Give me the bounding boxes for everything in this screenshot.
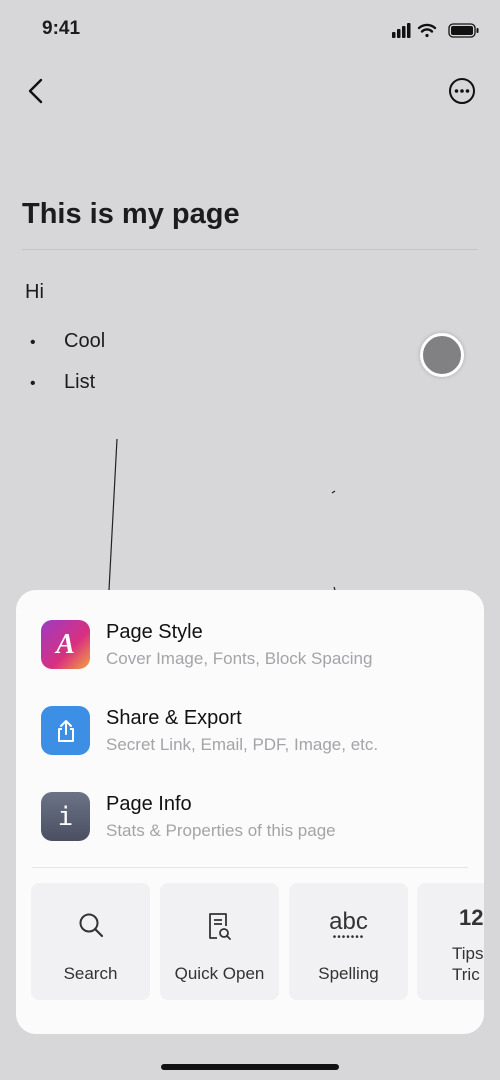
status-time: 9:41 xyxy=(42,18,81,39)
tile-tips-tricks[interactable]: 123 Tips Tric xyxy=(417,883,484,1000)
tile-label: Quick Open xyxy=(174,964,265,983)
back-button[interactable] xyxy=(26,78,46,104)
menu-item-title: Page Info xyxy=(106,793,192,815)
sketch-strokes xyxy=(108,438,336,591)
tile-quick-open[interactable]: Quick Open xyxy=(160,883,279,1000)
info-glyph: i xyxy=(57,801,74,832)
menu-item-page-info[interactable]: i Page Info Stats & Properties of this p… xyxy=(41,792,461,848)
tile-search[interactable]: Search xyxy=(31,883,150,1000)
title-divider xyxy=(22,249,478,250)
menu-divider xyxy=(32,867,468,868)
menu-item-title: Page Style xyxy=(106,621,203,643)
bullet-marker: • xyxy=(30,334,36,351)
info-icon: i xyxy=(41,792,90,841)
more-options-button[interactable] xyxy=(448,77,476,105)
quick-open-icon xyxy=(208,913,231,940)
tile-label: Spelling xyxy=(318,964,379,983)
signal-icon xyxy=(392,23,411,38)
wifi-icon xyxy=(417,23,437,38)
spelling-icon: abc ••••••• xyxy=(329,908,368,943)
page-title[interactable]: This is my page xyxy=(22,198,240,231)
tile-spelling[interactable]: abc ••••••• Spelling xyxy=(289,883,408,1000)
status-icons xyxy=(392,23,479,38)
bullet-item[interactable]: Cool xyxy=(64,330,105,353)
bullet-item[interactable]: List xyxy=(64,371,95,394)
tile-label: Tips Tric xyxy=(452,944,484,984)
page-style-icon: A xyxy=(41,620,90,669)
touch-indicator xyxy=(420,333,464,377)
home-indicator[interactable] xyxy=(161,1064,339,1070)
tile-label: Search xyxy=(63,964,118,983)
menu-item-subtitle: Stats & Properties of this page xyxy=(106,821,336,840)
page-style-glyph: A xyxy=(56,628,75,660)
bullet-marker: • xyxy=(30,375,36,392)
battery-icon xyxy=(448,23,479,38)
menu-item-subtitle: Secret Link, Email, PDF, Image, etc. xyxy=(106,735,379,754)
menu-item-page-style[interactable]: A Page Style Cover Image, Fonts, Block S… xyxy=(41,620,461,676)
menu-item-share-export[interactable]: Share & Export Secret Link, Email, PDF, … xyxy=(41,706,461,762)
numbers-icon: 123 xyxy=(417,905,484,937)
menu-item-title: Share & Export xyxy=(106,707,242,729)
numbers-glyph: 123 xyxy=(459,905,484,930)
search-icon xyxy=(79,913,103,938)
paragraph-block[interactable]: Hi xyxy=(25,281,44,304)
menu-item-subtitle: Cover Image, Fonts, Block Spacing xyxy=(106,649,373,668)
spelling-glyph: abc xyxy=(329,908,368,935)
share-icon xyxy=(41,706,90,755)
